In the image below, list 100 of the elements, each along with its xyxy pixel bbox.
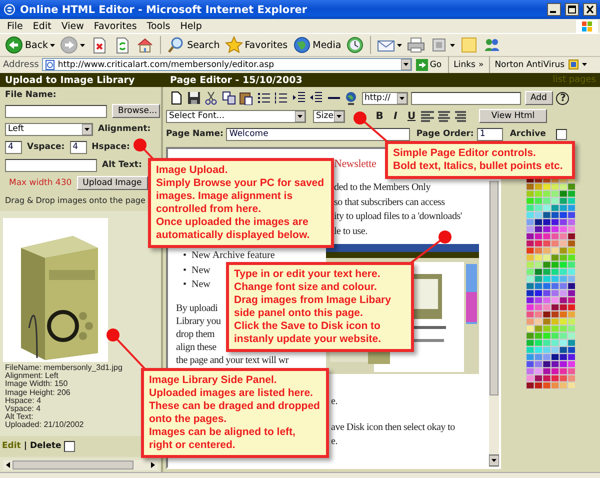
image-detail: Uploaded: 21/10/2002 [5, 421, 85, 430]
menu-item[interactable]: File [2, 20, 28, 32]
search-button[interactable]: Search [166, 36, 221, 54]
document-text: le to use. [334, 224, 368, 238]
alt-text-input[interactable] [5, 158, 97, 172]
bullet-item: New Archive feature [192, 249, 275, 263]
edit-link[interactable]: Edit [2, 441, 21, 452]
upload-button[interactable]: Upload Image [76, 176, 148, 190]
link-input[interactable] [411, 92, 521, 104]
indent-icon[interactable] [292, 91, 306, 105]
field-label: File Name: [5, 90, 58, 100]
maximize-icon[interactable] [565, 3, 579, 16]
bullet-list-icon[interactable] [256, 91, 270, 105]
dropdown-arrow-icon[interactable] [295, 110, 305, 122]
links-button[interactable]: Links [454, 60, 476, 70]
hspace-input[interactable]: 4 [70, 140, 87, 154]
print-button[interactable] [406, 36, 426, 54]
menu-item[interactable]: Help [175, 20, 207, 32]
dropdown-arrow-icon[interactable] [396, 92, 406, 104]
back-button[interactable]: Back [4, 36, 56, 54]
delete-label: Delete [30, 441, 62, 452]
max-width-note: Max width 430 [8, 178, 72, 188]
bold-button[interactable]: B [373, 110, 386, 122]
window-title: Online HTML Editor - Microsoft Internet Explorer [20, 4, 308, 16]
history-button[interactable] [345, 36, 366, 54]
underline-button[interactable]: U [405, 110, 418, 122]
new-page-icon[interactable] [169, 91, 183, 105]
bullet-item: New [192, 278, 210, 292]
caret-icon[interactable] [50, 44, 56, 46]
align-center-icon[interactable] [437, 110, 450, 122]
menu-item[interactable]: Edit [28, 20, 56, 32]
printer-icon [407, 36, 426, 54]
align-right-icon[interactable] [453, 110, 466, 122]
callout: Image Library Side Panel. Uploaded images are listed here. These can be draged and dropped onto the pages. Images can be aligned to left, right or centered. [141, 368, 329, 458]
add-button[interactable]: Add [524, 91, 553, 105]
caret-icon[interactable] [582, 63, 587, 66]
bullet-item: New [192, 264, 210, 278]
vspace-input[interactable]: 4 [5, 140, 22, 154]
caret-icon[interactable] [80, 44, 86, 46]
caret-icon[interactable] [450, 44, 456, 46]
field-label: Page Name: [166, 129, 224, 139]
minimize-icon[interactable] [547, 3, 561, 16]
align-left-icon[interactable] [421, 110, 434, 122]
scrollbar[interactable] [3, 460, 158, 470]
field-label: Alt Text: [102, 160, 142, 170]
menu-item[interactable]: Favorites [88, 20, 142, 32]
search-icon [167, 36, 186, 54]
page-order-input[interactable]: 1 [476, 128, 503, 140]
document-text: ded to the Members Only [334, 181, 430, 195]
field-label: Alignment: [98, 124, 151, 134]
menu-item[interactable]: View [56, 20, 89, 32]
view-html-button[interactable]: View Html [479, 109, 547, 123]
dropdown-arrow-icon[interactable] [400, 59, 411, 70]
size-select[interactable]: Size [313, 110, 345, 122]
bullet-marker: • [183, 249, 187, 263]
caret-icon[interactable] [397, 44, 402, 46]
media-button[interactable]: Media [292, 36, 342, 54]
scissors-icon[interactable] [204, 91, 218, 105]
file-input[interactable] [5, 104, 107, 118]
browse-button[interactable]: Browse... [112, 104, 160, 118]
numbered-list-icon[interactable] [274, 91, 288, 105]
favorites-button[interactable]: Favorites [224, 36, 289, 54]
separator: | [24, 441, 27, 452]
field-label: Page Order: [416, 129, 474, 139]
dropdown-arrow-icon[interactable] [334, 110, 344, 122]
document-text: e. [331, 434, 338, 448]
alignment-select[interactable]: Left [5, 122, 93, 136]
address-field[interactable]: http://www.criticalart.com/membersonly/editor.asp [42, 58, 412, 71]
font-select[interactable]: Select Font... [166, 110, 306, 122]
panel-title: Upload to Image Library [4, 74, 136, 86]
document-heading: Newslette [334, 157, 376, 172]
color-palette[interactable] [526, 176, 576, 389]
field-label: Hspace: [92, 142, 130, 152]
norton-button[interactable]: Norton AntiVirus [494, 60, 565, 70]
page-name-input[interactable]: Welcome [226, 128, 410, 140]
delete-checkbox[interactable] [64, 440, 76, 452]
paste-icon[interactable] [239, 91, 253, 105]
save-icon[interactable] [186, 91, 200, 105]
document-text: drop them [176, 328, 215, 340]
copy-icon[interactable] [222, 91, 236, 105]
go-button[interactable]: Go [414, 58, 443, 70]
globe-icon [292, 36, 311, 54]
image-detail: FileName: membersonly_3d1.jpg [5, 364, 124, 372]
scrollbar[interactable] [489, 181, 499, 467]
menu-item[interactable]: Tools [142, 20, 176, 32]
callout: Image Upload. Simply Browse your PC for saved images. Image alignment is controlled from here. Once uploaded the images are automatically displayed below. [148, 158, 334, 248]
outdent-icon[interactable] [309, 91, 323, 105]
protocol-select[interactable]: http:// [362, 92, 408, 104]
globe-icon[interactable] [344, 91, 358, 105]
more-links-button[interactable]: » [478, 60, 484, 70]
arrow-icon [416, 58, 428, 70]
help-button[interactable]: ? [556, 92, 570, 104]
bullet-marker: • [183, 278, 187, 292]
italic-button[interactable]: I [389, 110, 402, 122]
document-text: Library you [176, 314, 221, 328]
callout: Type in or edit your text here. Change font size and colour. Drag images from Image Libary side panel onto this page. Click the Save to Disk icon to instanly update your website. [226, 262, 414, 352]
edit-page-icon [430, 36, 448, 54]
dropdown-arrow-icon[interactable] [82, 124, 92, 134]
close-icon[interactable] [583, 3, 597, 16]
archive-checkbox[interactable] [556, 128, 567, 140]
